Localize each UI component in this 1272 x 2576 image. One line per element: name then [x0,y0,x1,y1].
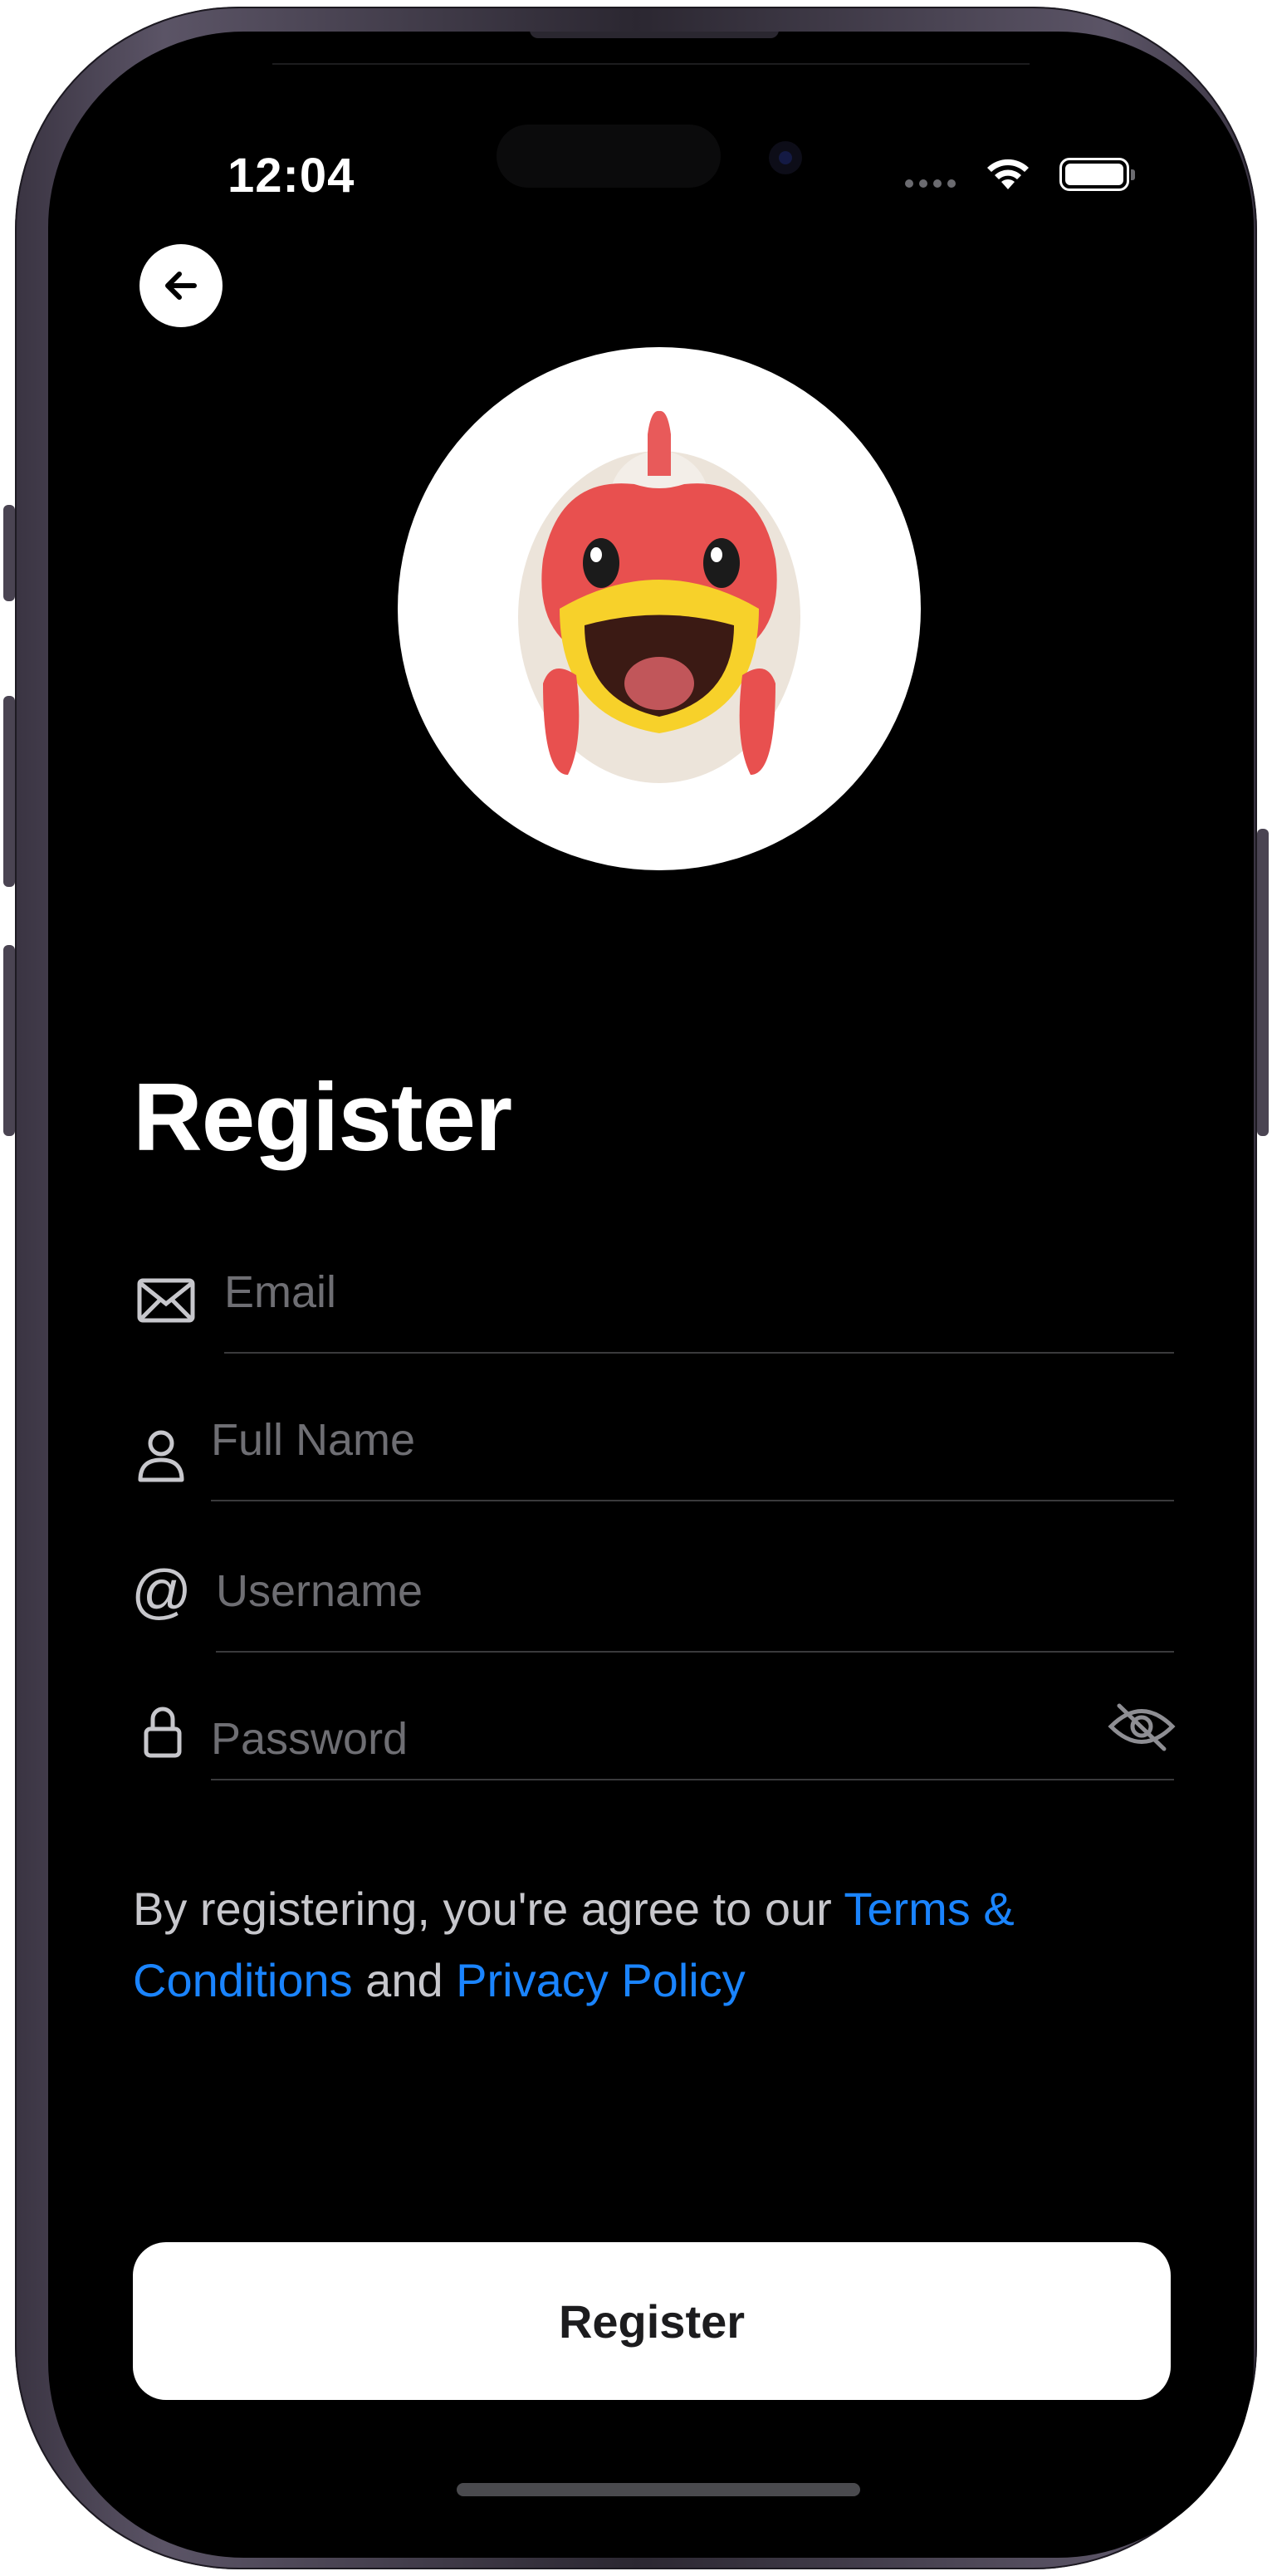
avatar[interactable] [398,347,921,870]
volume-down-button [3,945,15,1136]
password-field[interactable] [211,1706,1091,1772]
wifi-icon [987,159,1029,189]
dynamic-island [497,125,721,188]
register-button[interactable]: Register [133,2242,1171,2400]
status-time: 12:04 [227,149,355,203]
email-field[interactable] [224,1259,1171,1325]
terms-middle: and [352,1954,457,2006]
battery-icon [1059,158,1135,191]
terms-prefix: By registering, you're agree to our [133,1883,844,1935]
username-field[interactable] [216,1558,1171,1624]
terms-text: By registering, you're agree to our Term… [133,1873,1146,2016]
screen-edge-line [272,63,1030,65]
phone-frame: 12:04 Register Email Full Name @ Usernam… [3,7,1269,2569]
power-button [1257,829,1269,1136]
volume-up-button [3,696,15,887]
at-sign-icon: @ [131,1559,193,1625]
eye-slash-icon[interactable] [1108,1701,1176,1752]
privacy-policy-link[interactable]: Privacy Policy [456,1954,746,2006]
speaker-grille [530,32,779,38]
username-underline [216,1651,1174,1653]
full-name-field[interactable] [211,1407,1171,1473]
arrow-left-icon [165,272,197,300]
page-title: Register [133,1063,512,1171]
screen: 12:04 Register Email Full Name @ Usernam… [48,32,1254,2558]
email-underline [224,1352,1174,1354]
front-camera [769,141,802,174]
person-icon [138,1430,184,1482]
envelope-icon [137,1278,195,1323]
lock-icon [144,1707,182,1758]
full-name-underline [211,1500,1174,1501]
password-underline [211,1779,1174,1780]
home-indicator[interactable] [457,2483,860,2496]
back-button[interactable] [139,244,223,327]
action-button [3,505,15,601]
rooster-avatar-image [518,410,800,783]
cellular-signal-icon [905,179,956,188]
